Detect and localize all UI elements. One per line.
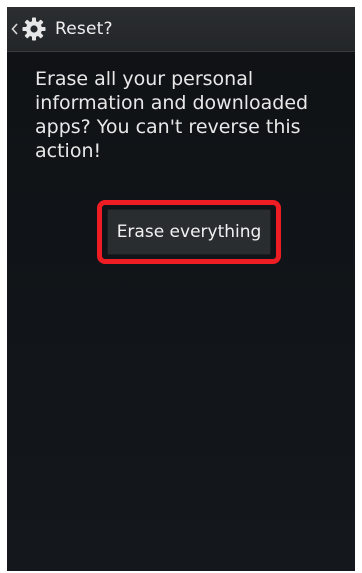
warning-message: Erase all your personal information and …: [35, 68, 309, 162]
action-bar: Reset?: [7, 7, 355, 52]
erase-everything-button[interactable]: Erase everything: [107, 209, 271, 255]
device-frame: Reset? Erase all your personal informati…: [0, 0, 362, 573]
gear-icon[interactable]: [21, 16, 47, 42]
screen: Reset? Erase all your personal informati…: [7, 7, 355, 571]
chevron-left-icon[interactable]: [9, 7, 19, 51]
page-title: Reset?: [55, 19, 113, 39]
